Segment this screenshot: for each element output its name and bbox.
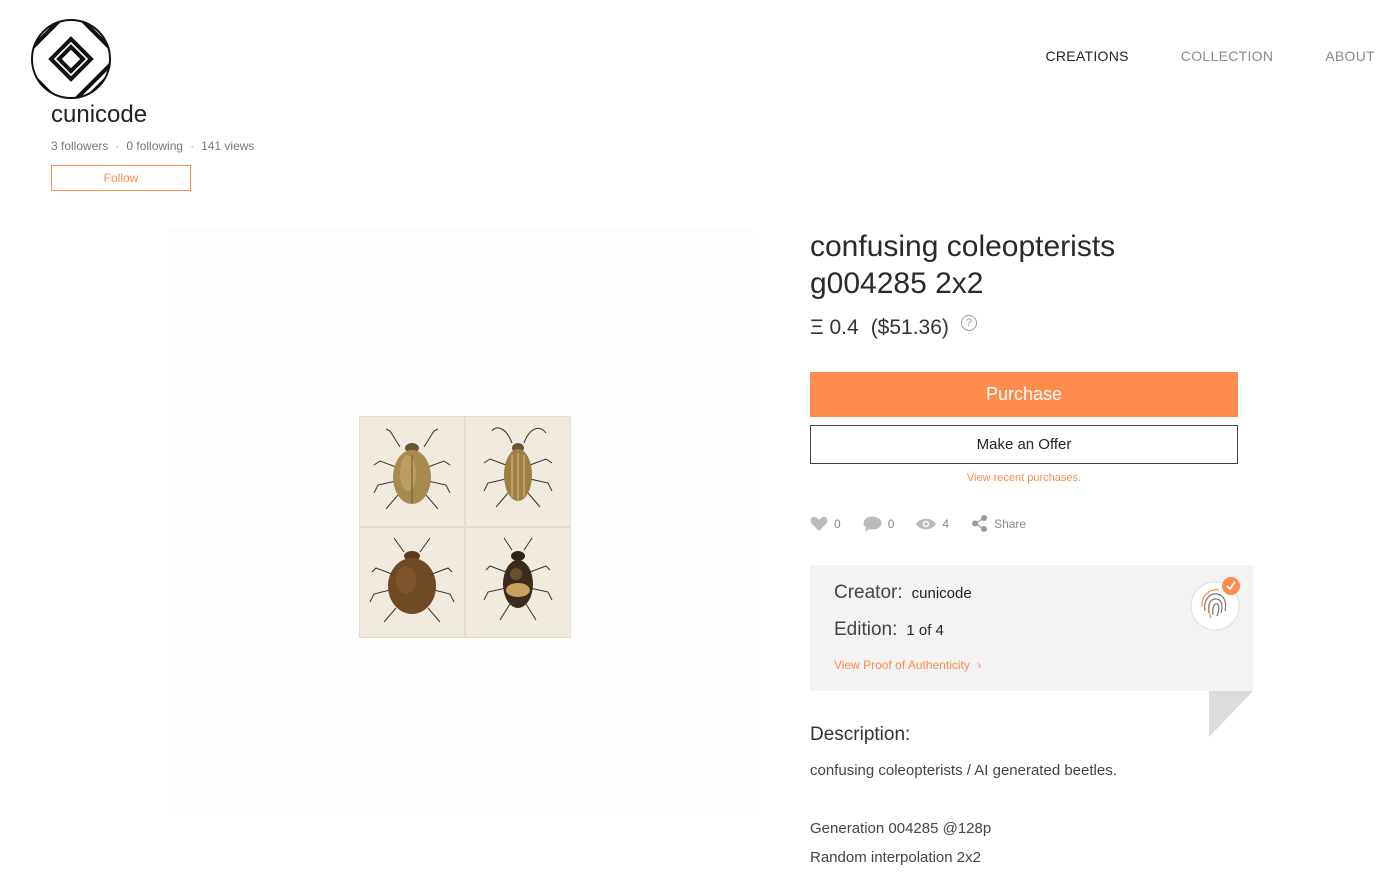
nav-about[interactable]: ABOUT [1325, 48, 1375, 64]
artwork-image[interactable] [359, 416, 571, 638]
description-heading: Description: [810, 724, 911, 745]
eye-icon [916, 518, 937, 529]
description-line-3: Random interpolation 2x2 [810, 849, 981, 866]
proof-label: View Proof of Authenticity [834, 658, 970, 672]
nav-creations[interactable]: CREATIONS [1045, 48, 1128, 64]
stats-separator: · [115, 139, 120, 153]
make-offer-button[interactable]: Make an Offer [810, 425, 1238, 464]
comments-count: 0 [887, 516, 895, 531]
like-button[interactable]: 0 [810, 516, 841, 532]
nav-collection[interactable]: COLLECTION [1181, 48, 1273, 64]
views-indicator: 4 [916, 517, 949, 531]
heart-icon [810, 516, 828, 531]
proof-of-authenticity-link[interactable]: View Proof of Authenticity › [834, 658, 981, 672]
followers-count[interactable]: 3 followers [51, 139, 108, 153]
stats-separator: · [190, 139, 195, 153]
purchase-button[interactable]: Purchase [810, 372, 1238, 417]
likes-count: 0 [834, 516, 841, 531]
description-line-2: Generation 004285 @128p [810, 820, 992, 837]
comment-button[interactable]: 0 [863, 516, 895, 532]
share-label: Share [994, 516, 1027, 531]
creator-row: Creator: cunicode [834, 582, 972, 604]
description-line-1: confusing coleopterists / AI generated b… [810, 762, 1117, 779]
edition-label: Edition: [834, 619, 898, 640]
creator-value[interactable]: cunicode [912, 585, 972, 602]
page-fold-corner [1209, 691, 1253, 737]
share-button[interactable]: Share [971, 515, 1026, 532]
following-count[interactable]: 0 following [126, 139, 183, 153]
fingerprint-verified-icon [1189, 577, 1243, 631]
views-count-social: 4 [942, 516, 950, 531]
site-logo[interactable] [31, 19, 111, 99]
follow-button[interactable]: Follow [51, 165, 191, 191]
social-bar: 0 0 4 Share [810, 515, 1048, 532]
share-icon [972, 515, 988, 532]
beetle-image-4 [465, 527, 571, 638]
striped-circle-logo-icon [31, 19, 111, 99]
beetle-image-2 [465, 416, 571, 527]
edition-row: Edition: 1 of 4 [834, 619, 944, 641]
price-usd: ($51.36) [870, 316, 949, 339]
beetle-image-3 [359, 527, 465, 638]
artwork-title: confusing coleopterists g004285 2x2 [810, 230, 1116, 300]
help-icon[interactable]: ? [960, 315, 977, 331]
views-count: 141 views [201, 139, 255, 153]
main-nav: CREATIONS COLLECTION ABOUT [1045, 48, 1375, 64]
artwork-panel [168, 228, 753, 816]
profile-username[interactable]: cunicode [51, 101, 147, 129]
price: Ξ 0.4 ($51.36) ? [810, 315, 977, 340]
edition-value: 1 of 4 [906, 622, 944, 639]
certificate-card: Creator: cunicode Edition: 1 of 4 View P… [810, 565, 1253, 691]
creator-label: Creator: [834, 582, 903, 603]
price-eth: Ξ 0.4 [810, 316, 859, 339]
profile-stats: 3 followers · 0 following · 141 views [51, 139, 254, 153]
beetle-image-1 [359, 416, 465, 527]
chevron-right-icon: › [977, 658, 982, 672]
comment-icon [863, 516, 882, 532]
view-recent-purchases-link[interactable]: View recent purchases. [810, 472, 1238, 484]
